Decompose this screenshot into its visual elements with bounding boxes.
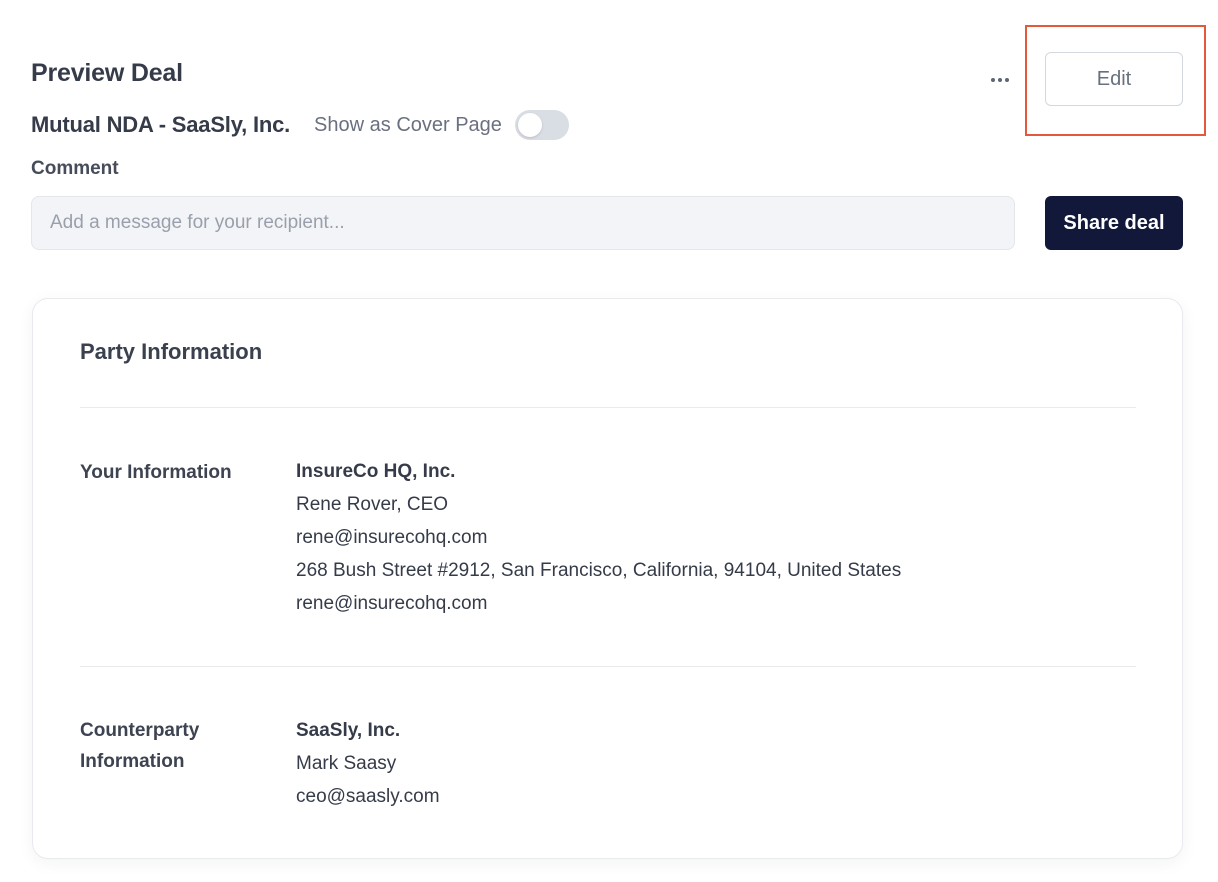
deal-name: Mutual NDA - SaaSly, Inc. (31, 112, 291, 137)
party-information-title: Party Information (80, 339, 263, 364)
toggle-knob (517, 113, 542, 137)
page-title: Preview Deal (31, 59, 183, 87)
deal-row: Mutual NDA - SaaSly, Inc. Show as Cover … (31, 108, 569, 142)
comment-label: Comment (31, 158, 119, 179)
counterparty-information-details: SaaSly, Inc. Mark Saasy ceo@saasly.com (296, 714, 1116, 813)
counterparty-contact-name: Mark Saasy (296, 753, 397, 774)
preview-deal-page: Preview Deal Edit Mutual NDA - SaaSly, I… (0, 0, 1218, 882)
more-options-icon[interactable] (984, 64, 1016, 96)
counterparty-information-label: Counterparty Information (80, 715, 260, 777)
your-email: rene@insurecohq.com (296, 527, 488, 548)
your-company-name: InsureCo HQ, Inc. (296, 461, 456, 482)
counterparty-email: ceo@saasly.com (296, 786, 440, 807)
cover-page-toggle[interactable] (514, 110, 569, 140)
counterparty-label-line1: Counterparty (80, 720, 200, 741)
more-dot (1005, 78, 1009, 82)
cover-page-label: Show as Cover Page (314, 113, 502, 136)
your-information-details: InsureCo HQ, Inc. Rene Rover, CEO rene@i… (296, 455, 1116, 620)
edit-button[interactable]: Edit (1045, 52, 1183, 106)
counterparty-company-name: SaaSly, Inc. (296, 720, 401, 741)
your-information-label: Your Information (80, 462, 232, 483)
comment-input[interactable] (31, 196, 1015, 250)
more-dot (998, 78, 1002, 82)
your-email-secondary: rene@insurecohq.com (296, 593, 488, 614)
your-address: 268 Bush Street #2912, San Francisco, Ca… (296, 560, 902, 581)
party-information-card: Party Information Your Information Insur… (32, 298, 1183, 859)
divider (80, 407, 1136, 408)
divider (80, 666, 1136, 667)
share-deal-button[interactable]: Share deal (1045, 196, 1183, 250)
counterparty-label-line2: Information (80, 751, 185, 772)
more-dot (991, 78, 995, 82)
your-contact-name: Rene Rover, CEO (296, 494, 449, 515)
